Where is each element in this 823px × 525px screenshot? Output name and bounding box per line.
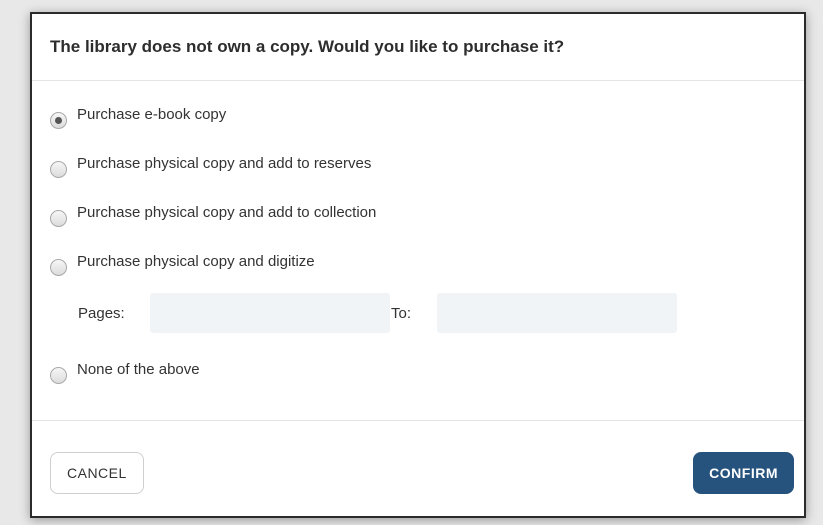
purchase-dialog: The library does not own a copy. Would y… [30, 12, 806, 518]
radio-purchase-ebook[interactable] [50, 111, 67, 129]
option-label: Purchase physical copy and add to reserv… [77, 154, 372, 172]
pages-to-input[interactable] [437, 293, 677, 333]
option-none[interactable]: None of the above [50, 360, 804, 384]
dialog-header: The library does not own a copy. Would y… [32, 14, 804, 81]
option-label: Purchase physical copy and add to collec… [77, 203, 377, 221]
option-label: None of the above [77, 360, 200, 378]
confirm-button[interactable]: CONFIRM [693, 452, 794, 494]
radio-physical-digitize[interactable] [50, 258, 67, 276]
dialog-footer: CANCEL CONFIRM [32, 420, 804, 516]
cancel-button[interactable]: CANCEL [50, 452, 144, 494]
dialog-body: Purchase e-book copy Purchase physical c… [32, 81, 804, 421]
option-physical-collection[interactable]: Purchase physical copy and add to collec… [50, 203, 804, 227]
radio-physical-collection[interactable] [50, 209, 67, 227]
option-physical-reserves[interactable]: Purchase physical copy and add to reserv… [50, 154, 804, 178]
option-label: Purchase e-book copy [77, 105, 227, 123]
option-label: Purchase physical copy and digitize [77, 252, 315, 270]
pages-to-label: To: [391, 304, 412, 322]
radio-physical-reserves[interactable] [50, 160, 67, 178]
page-range-row: Pages: To: [78, 293, 804, 333]
option-purchase-ebook[interactable]: Purchase e-book copy [50, 105, 804, 129]
pages-from-input[interactable] [150, 293, 390, 333]
option-physical-digitize[interactable]: Purchase physical copy and digitize [50, 252, 804, 276]
radio-none[interactable] [50, 366, 67, 384]
pages-from-label: Pages: [78, 304, 125, 322]
dialog-title: The library does not own a copy. Would y… [50, 37, 565, 56]
